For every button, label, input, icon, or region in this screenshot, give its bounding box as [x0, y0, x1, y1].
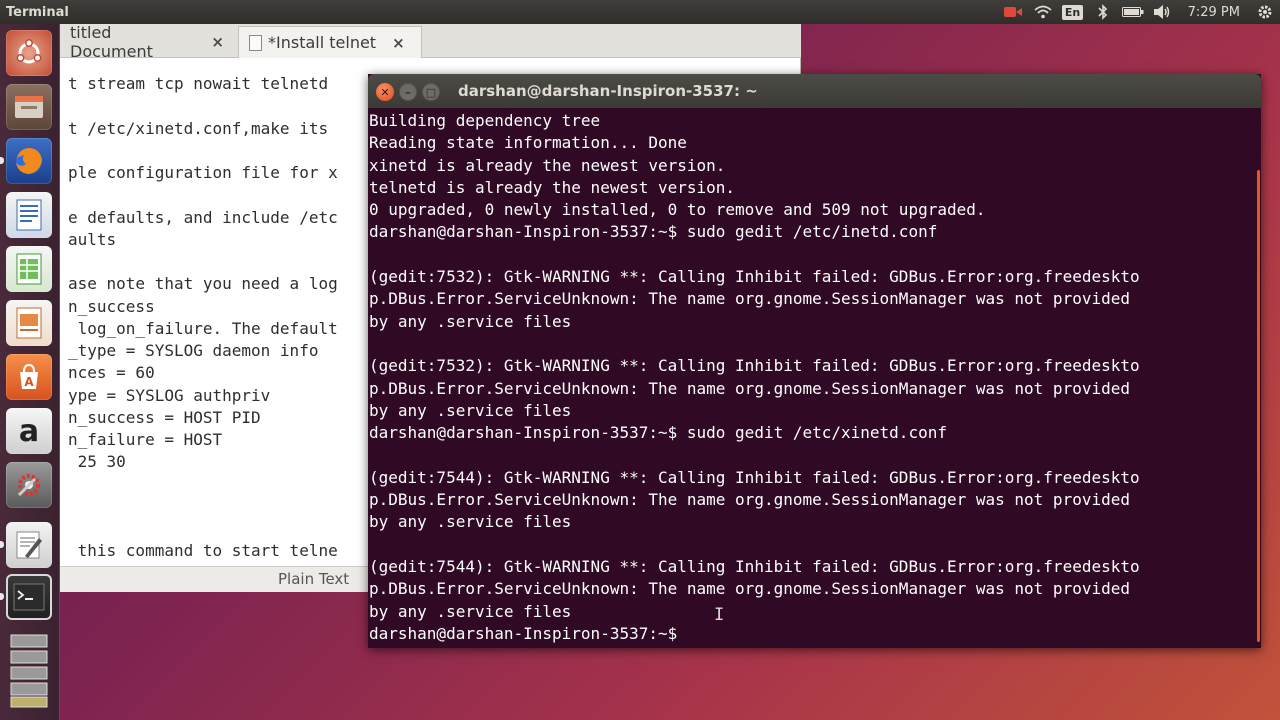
firefox-icon[interactable]: [6, 138, 52, 184]
editor-line: n_success = HOST PID: [68, 407, 261, 427]
terminal-window: ✕ – □ darshan@darshan-Inspiron-3537: ~ B…: [368, 74, 1261, 648]
terminal-line: Reading state information... Done: [369, 133, 687, 153]
camera-icon[interactable]: [998, 0, 1028, 24]
calc-icon[interactable]: [6, 246, 52, 292]
keyboard-language-indicator[interactable]: En: [1058, 0, 1088, 24]
tab-label: *Install telnet: [268, 33, 377, 52]
settings-icon[interactable]: [6, 462, 52, 508]
close-window-button[interactable]: ✕: [376, 83, 394, 101]
terminal-line: by any .service files: [369, 311, 572, 331]
active-app-title: Terminal: [6, 4, 69, 20]
tab-untitled-document[interactable]: titled Document ×: [60, 23, 234, 61]
minimize-window-button[interactable]: –: [399, 83, 417, 101]
top-panel: Terminal En 7:29 PM: [0, 0, 1280, 24]
volume-icon[interactable]: [1148, 0, 1178, 24]
terminal-scrollbar[interactable]: [1257, 170, 1260, 642]
running-indicator: [0, 593, 4, 600]
terminal-line: p.DBus.Error.ServiceUnknown: The name or…: [369, 490, 1130, 510]
launcher: A a: [0, 24, 60, 720]
text-cursor-icon: I: [714, 605, 725, 625]
editor-line: ype = SYSLOG authpriv: [68, 385, 271, 405]
terminal-icon[interactable]: [6, 574, 52, 620]
wifi-icon[interactable]: [1028, 0, 1058, 24]
terminal-line: Building dependency tree: [369, 111, 601, 130]
impress-icon[interactable]: [6, 300, 52, 346]
gear-icon[interactable]: [1250, 0, 1280, 24]
close-icon[interactable]: ×: [392, 34, 405, 52]
editor-line: n_failure = HOST: [68, 430, 223, 449]
terminal-line: by any .service files: [369, 400, 572, 420]
workspaces-icon[interactable]: [6, 628, 52, 714]
window-title: darshan@darshan-Inspiron-3537: ~: [458, 82, 758, 100]
terminal-line: darshan@darshan-Inspiron-3537:~$: [369, 623, 678, 643]
editor-line: log_on_failure. The default: [68, 318, 338, 338]
editor-line: n_success: [68, 296, 155, 316]
terminal-line: darshan@darshan-Inspiron-3537:~$ sudo ge…: [369, 423, 947, 443]
clock[interactable]: 7:29 PM: [1178, 0, 1250, 24]
terminal-line: (gedit:7532): Gtk-WARNING **: Calling In…: [369, 267, 1140, 287]
amazon-icon[interactable]: a: [6, 408, 52, 454]
terminal-line: (gedit:7532): Gtk-WARNING **: Calling In…: [369, 356, 1140, 376]
indicator-area: En 7:29 PM: [998, 0, 1280, 24]
language-mode-selector[interactable]: Plain Text: [278, 570, 349, 588]
terminal-line: darshan@darshan-Inspiron-3537:~$ sudo ge…: [369, 222, 938, 242]
editor-line: 25 30: [68, 452, 126, 472]
maximize-icon: □: [425, 85, 437, 99]
software-center-icon[interactable]: A: [6, 354, 52, 400]
terminal-line: p.DBus.Error.ServiceUnknown: The name or…: [369, 579, 1130, 599]
editor-line: this command to start telne: [68, 541, 338, 561]
gedit-icon[interactable]: [6, 522, 52, 568]
ubuntu-dash-icon[interactable]: [6, 30, 52, 76]
terminal-line: p.DBus.Error.ServiceUnknown: The name or…: [369, 378, 1130, 398]
writer-icon[interactable]: [6, 192, 52, 238]
editor-line: t /etc/xinetd.conf,make its: [68, 118, 329, 138]
amazon-glyph: a: [18, 413, 40, 449]
close-icon: ✕: [380, 85, 390, 99]
files-icon[interactable]: [6, 84, 52, 130]
battery-icon[interactable]: [1118, 0, 1148, 24]
gedit-tab-bar: titled Document × *Install telnet ×: [60, 23, 801, 61]
bluetooth-icon[interactable]: [1088, 0, 1118, 24]
document-icon: [249, 34, 262, 51]
terminal-title-bar[interactable]: ✕ – □ darshan@darshan-Inspiron-3537: ~: [368, 74, 1261, 108]
terminal-output[interactable]: Building dependency tree Reading state in…: [368, 108, 1261, 648]
terminal-line: 0 upgraded, 0 newly installed, 0 to remo…: [369, 200, 986, 220]
maximize-window-button[interactable]: □: [422, 83, 440, 101]
tab-install-telnet[interactable]: *Install telnet ×: [238, 26, 422, 58]
editor-line: _type = SYSLOG daemon info: [68, 341, 319, 360]
tab-label: titled Document: [70, 23, 153, 61]
minimize-icon: –: [405, 85, 411, 99]
editor-line: e defaults, and include /etc: [68, 207, 338, 227]
editor-line: nces = 60: [68, 363, 155, 383]
terminal-line: (gedit:7544): Gtk-WARNING **: Calling In…: [369, 556, 1140, 576]
terminal-line: xinetd is already the newest version.: [369, 155, 726, 175]
running-indicator: [0, 541, 4, 548]
editor-line: ase note that you need a log: [68, 274, 338, 294]
terminal-line: by any .service files: [369, 512, 572, 532]
editor-line: ple configuration file for x: [68, 163, 338, 182]
running-indicator: [0, 157, 4, 164]
svg-text:A: A: [24, 375, 34, 389]
close-icon[interactable]: ×: [211, 33, 224, 51]
language-label: En: [1061, 4, 1084, 20]
terminal-line: (gedit:7544): Gtk-WARNING **: Calling In…: [369, 467, 1140, 487]
terminal-line: telnetd is already the newest version.: [369, 177, 736, 197]
editor-line: t stream tcp nowait telnetd: [68, 74, 329, 93]
terminal-line: by any .service files: [369, 601, 572, 621]
editor-line: aults: [68, 229, 117, 249]
terminal-line: p.DBus.Error.ServiceUnknown: The name or…: [369, 289, 1130, 309]
